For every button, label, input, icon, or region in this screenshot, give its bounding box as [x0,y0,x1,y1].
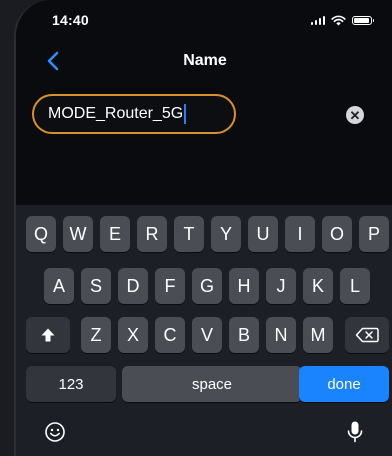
key-label: J [276,275,286,296]
key-i[interactable]: I [285,216,315,252]
microphone-icon [347,421,363,443]
backspace-key[interactable] [345,317,389,353]
name-input[interactable]: MODE_Router_5G [32,94,236,134]
key-k[interactable]: K [303,268,333,304]
key-label: V [200,324,213,345]
key-label: N [274,324,288,345]
key-label: K [311,275,324,296]
key-label: space [191,375,233,393]
key-label: P [367,223,380,244]
key-label: S [89,275,102,296]
key-r[interactable]: R [137,216,167,252]
key-label: U [256,223,270,244]
status-time: 14:40 [52,12,89,28]
key-label: M [310,324,326,345]
done-key[interactable]: done [299,366,389,402]
shift-key[interactable] [26,317,70,353]
clear-icon: ✕ [349,107,361,123]
key-v[interactable]: V [192,317,222,353]
key-s[interactable]: S [81,268,111,304]
key-p[interactable]: P [359,216,389,252]
key-y[interactable]: Y [211,216,241,252]
key-label: C [163,324,177,345]
key-label: T [183,223,195,244]
key-h[interactable]: H [229,268,259,304]
page-title: Name [183,52,227,69]
key-x[interactable]: X [118,317,148,353]
key-label: Y [219,223,232,244]
key-o[interactable]: O [322,216,352,252]
wifi-icon [331,15,346,25]
text-caret [184,104,187,124]
key-l[interactable]: L [340,268,370,304]
key-label: F [164,275,176,296]
key-label: D [126,275,140,296]
key-label: Z [90,324,102,345]
key-label: I [297,223,303,244]
key-t[interactable]: T [174,216,204,252]
key-label: W [69,223,87,244]
key-e[interactable]: E [100,216,130,252]
key-label: done [327,375,361,393]
status-bar: 14:40 [52,10,374,30]
key-u[interactable]: U [248,216,278,252]
key-q[interactable]: Q [26,216,56,252]
space-key[interactable]: space [122,366,302,402]
key-label: B [237,324,250,345]
key-w[interactable]: W [63,216,93,252]
battery-icon [352,15,374,25]
dictation-button[interactable] [342,419,368,445]
clear-text-button[interactable]: ✕ [346,106,364,124]
key-f[interactable]: F [155,268,185,304]
key-label: H [237,275,251,296]
name-field-row: MODE_Router_5G ✕ [32,92,384,138]
key-label: L [349,275,360,296]
key-label: R [145,223,159,244]
key-d[interactable]: D [118,268,148,304]
status-icons [310,15,374,26]
key-label: 123 [58,375,84,393]
key-c[interactable]: C [155,317,185,353]
key-j[interactable]: J [266,268,296,304]
emoji-icon [45,422,65,442]
key-n[interactable]: N [266,317,296,353]
keyboard: Q W E R T Y U I O P A S D F G H J K L Z … [16,205,392,456]
key-label: Q [33,223,48,244]
key-z[interactable]: Z [81,317,111,353]
navigation-bar: Name [16,44,392,78]
key-label: O [329,223,344,244]
cellular-signal-icon [310,15,325,25]
key-label: A [52,275,65,296]
name-input-value: MODE_Router_5G [48,105,184,122]
key-label: E [108,223,121,244]
emoji-button[interactable] [42,419,68,445]
key-label: G [199,275,214,296]
key-b[interactable]: B [229,317,259,353]
backspace-icon [355,327,379,343]
numbers-key[interactable]: 123 [26,366,116,402]
key-a[interactable]: A [44,268,74,304]
shift-icon [41,328,55,342]
phone-screen: 14:40 Name MODE_Router_5G ✕ Q W E R T Y … [14,0,392,456]
key-m[interactable]: M [303,317,333,353]
key-label: X [126,324,139,345]
key-g[interactable]: G [192,268,222,304]
